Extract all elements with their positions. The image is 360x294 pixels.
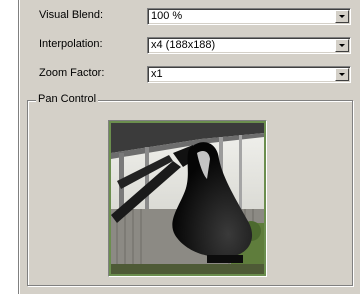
interpolation-value: x4 (188x188) xyxy=(151,39,216,51)
zoom-factor-select[interactable]: x1 xyxy=(147,66,351,83)
visual-blend-select[interactable]: 100 % xyxy=(147,8,351,25)
pan-control-group: Pan Control xyxy=(27,93,353,286)
pan-preview[interactable] xyxy=(108,120,267,277)
zoom-factor-label: Zoom Factor: xyxy=(39,67,105,79)
visual-blend-value: 100 % xyxy=(151,10,183,22)
pan-control-title: Pan Control xyxy=(36,93,99,105)
chevron-down-icon[interactable] xyxy=(335,10,349,23)
settings-panel: Visual Blend: 100 % Interpolation: x4 (1… xyxy=(18,0,360,294)
zoom-factor-value: x1 xyxy=(151,68,163,80)
interpolation-label: Interpolation: xyxy=(39,38,103,50)
pan-preview-image xyxy=(111,123,264,274)
visual-blend-label: Visual Blend: xyxy=(39,9,104,21)
chevron-down-icon[interactable] xyxy=(335,39,349,52)
chevron-down-icon[interactable] xyxy=(335,68,349,81)
interpolation-select[interactable]: x4 (188x188) xyxy=(147,37,351,54)
